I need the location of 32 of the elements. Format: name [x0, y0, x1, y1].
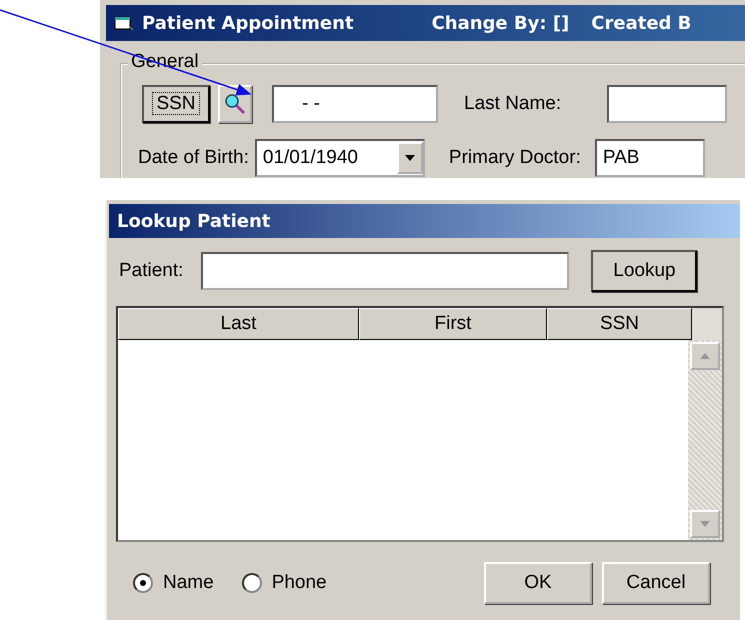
cancel-button[interactable]: Cancel [602, 562, 710, 604]
change-by-label: Change By: [] [432, 12, 570, 34]
window-icon [114, 14, 134, 32]
column-header[interactable]: SSN [547, 308, 692, 340]
lookup-button[interactable]: Lookup [591, 250, 698, 292]
date-of-birth-field[interactable]: 01/01/1940 [254, 139, 425, 177]
ok-button[interactable]: OK [484, 562, 592, 604]
scrollbar[interactable] [688, 340, 722, 540]
window-title: Patient Appointment [142, 12, 354, 34]
primary-doctor-label: Primary Doctor: [448, 147, 581, 169]
date-of-birth-label: Date of Birth: [138, 147, 249, 169]
dropdown-arrow-icon[interactable] [404, 155, 415, 161]
up-arrow-icon [700, 353, 710, 359]
down-arrow-icon [700, 521, 710, 527]
scroll-up-button[interactable] [690, 342, 720, 370]
search-button[interactable] [218, 85, 252, 123]
patient-field[interactable] [201, 252, 570, 290]
dialog-title: Lookup Patient [117, 210, 270, 232]
column-header[interactable]: First [359, 308, 547, 340]
last-name-field[interactable] [607, 85, 728, 123]
created-by-label: Created B [591, 12, 692, 34]
primary-doctor-field[interactable]: PAB [594, 139, 705, 177]
radio-option[interactable]: Name [133, 572, 214, 594]
search-icon [223, 92, 247, 116]
patient-label: Patient: [119, 260, 184, 282]
ssn-button[interactable]: SSN [142, 85, 210, 123]
ssn-field[interactable]: - - [272, 85, 438, 123]
column-header[interactable]: Last [118, 308, 359, 340]
radio-option[interactable]: Phone [242, 572, 327, 594]
last-name-label: Last Name: [464, 93, 562, 115]
header-corner [692, 308, 722, 340]
scroll-down-button[interactable] [690, 510, 720, 538]
